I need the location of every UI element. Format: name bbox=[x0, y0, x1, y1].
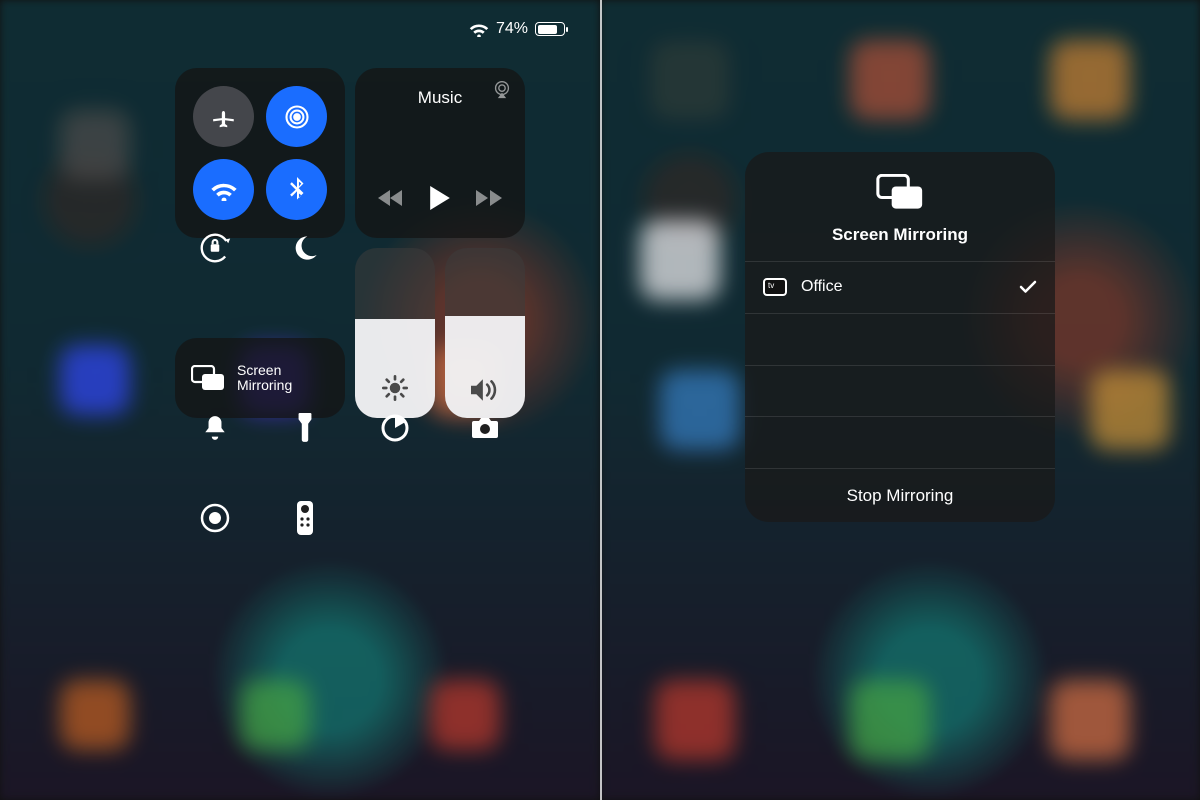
stop-mirroring-button[interactable]: Stop Mirroring bbox=[745, 468, 1055, 522]
screen-mirroring-title: Screen Mirroring bbox=[755, 225, 1045, 245]
stop-mirroring-label: Stop Mirroring bbox=[847, 486, 954, 506]
airplane-mode-toggle[interactable] bbox=[193, 86, 254, 147]
panel-screen-mirroring: Screen Mirroring Office Stop Mirroring bbox=[600, 0, 1200, 800]
wifi-icon bbox=[210, 179, 238, 201]
flashlight-icon bbox=[297, 413, 313, 443]
bluetooth-toggle[interactable] bbox=[266, 159, 327, 220]
rewind-button[interactable] bbox=[378, 189, 404, 207]
battery-icon bbox=[535, 22, 565, 36]
remote-icon bbox=[297, 501, 313, 535]
brightness-slider[interactable] bbox=[355, 248, 435, 418]
mirroring-empty-row bbox=[745, 313, 1055, 365]
screen-mirroring-card: Screen Mirroring Office Stop Mirroring bbox=[745, 152, 1055, 522]
mirroring-empty-row bbox=[745, 365, 1055, 417]
record-icon bbox=[199, 502, 231, 534]
panel-divider bbox=[600, 0, 602, 800]
connectivity-tile[interactable] bbox=[175, 68, 345, 238]
mirroring-device-row[interactable]: Office bbox=[745, 261, 1055, 313]
airdrop-icon bbox=[283, 103, 311, 131]
panel-control-center: 74% bbox=[0, 0, 600, 800]
mirroring-device-name: Office bbox=[801, 278, 843, 296]
bell-icon bbox=[202, 414, 228, 442]
moon-icon bbox=[291, 234, 319, 262]
music-title: Music bbox=[355, 88, 525, 108]
screen-mirroring-icon bbox=[191, 365, 225, 391]
status-bar: 74% bbox=[469, 20, 565, 38]
music-tile[interactable]: Music bbox=[355, 68, 525, 238]
checkmark-icon bbox=[1019, 280, 1037, 294]
screen-mirroring-icon bbox=[876, 174, 924, 210]
airplane-icon bbox=[211, 104, 237, 130]
screen-mirroring-label: Screen Mirroring bbox=[237, 363, 292, 394]
wifi-toggle[interactable] bbox=[193, 159, 254, 220]
timer-icon bbox=[380, 413, 410, 443]
camera-icon bbox=[470, 416, 500, 440]
bluetooth-icon bbox=[289, 177, 305, 203]
volume-slider[interactable] bbox=[445, 248, 525, 418]
orientation-lock-icon bbox=[197, 230, 233, 266]
apple-tv-icon bbox=[763, 278, 787, 296]
airdrop-toggle[interactable] bbox=[266, 86, 327, 147]
wifi-icon bbox=[469, 21, 489, 37]
play-button[interactable] bbox=[430, 186, 450, 210]
forward-button[interactable] bbox=[476, 189, 502, 207]
screen-mirroring-button[interactable]: Screen Mirroring bbox=[175, 338, 345, 418]
battery-percent-text: 74% bbox=[496, 20, 528, 38]
mirroring-empty-row bbox=[745, 416, 1055, 468]
